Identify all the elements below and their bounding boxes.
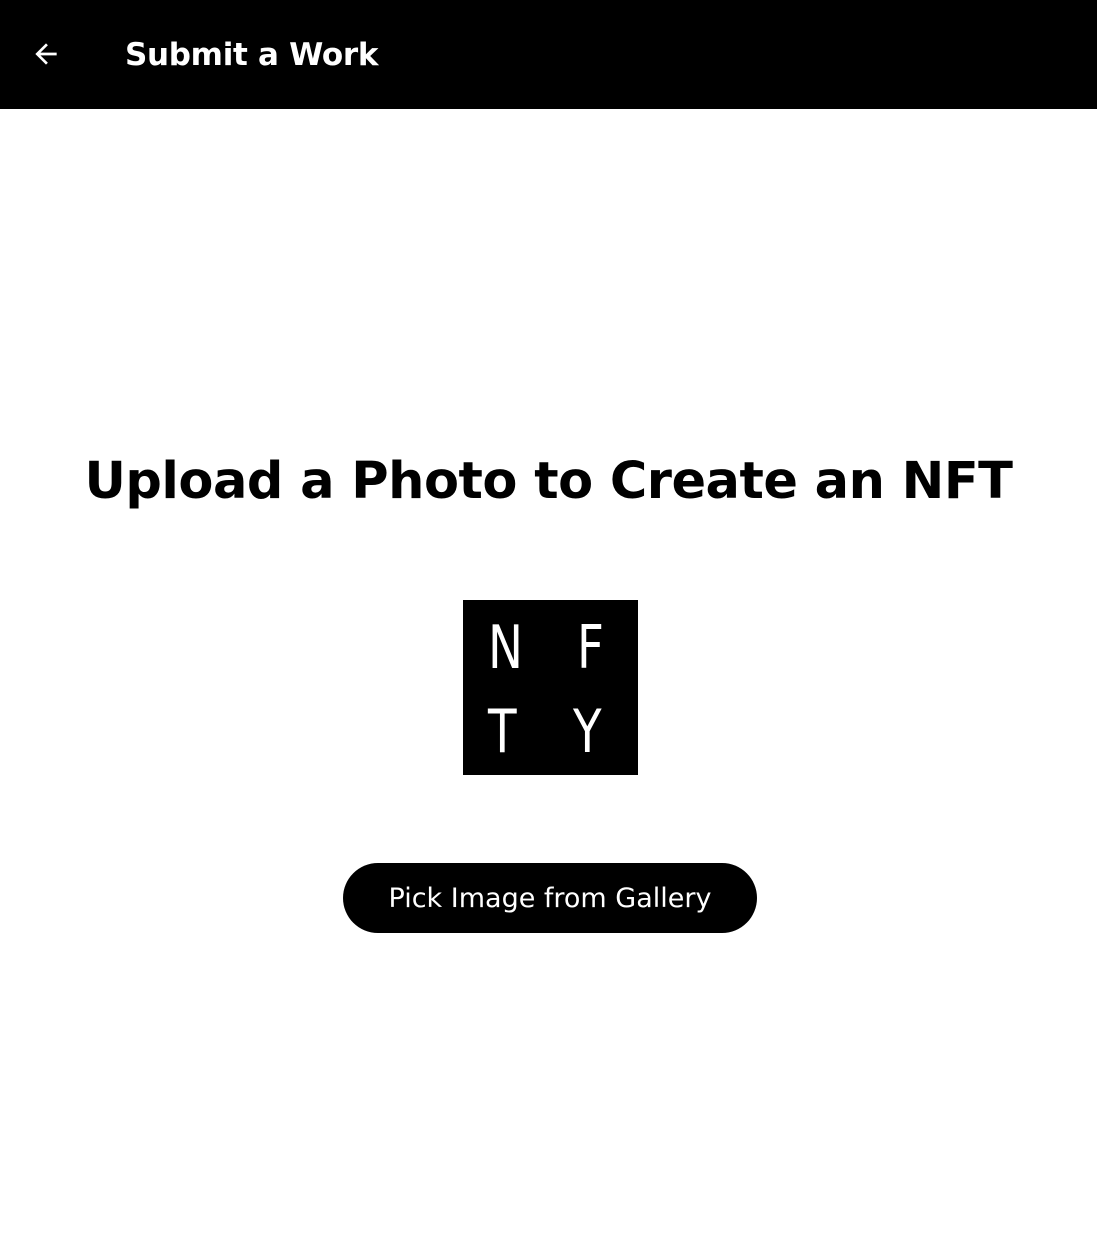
logo-letter: F xyxy=(577,613,604,683)
nfty-logo: N F T Y xyxy=(463,600,638,775)
upload-heading: Upload a Photo to Create an NFT xyxy=(84,452,1013,511)
arrow-left-icon xyxy=(35,43,57,65)
logo-letter: N xyxy=(488,613,524,683)
app-bar: Submit a Work xyxy=(0,0,1097,109)
logo-letter: Y xyxy=(573,697,602,767)
back-button[interactable] xyxy=(22,30,70,78)
logo-letter: T xyxy=(488,697,517,767)
page-title: Submit a Work xyxy=(125,37,379,73)
pick-image-button[interactable]: Pick Image from Gallery xyxy=(343,863,757,933)
main-content: Upload a Photo to Create an NFT N F T Y … xyxy=(0,109,1097,1242)
